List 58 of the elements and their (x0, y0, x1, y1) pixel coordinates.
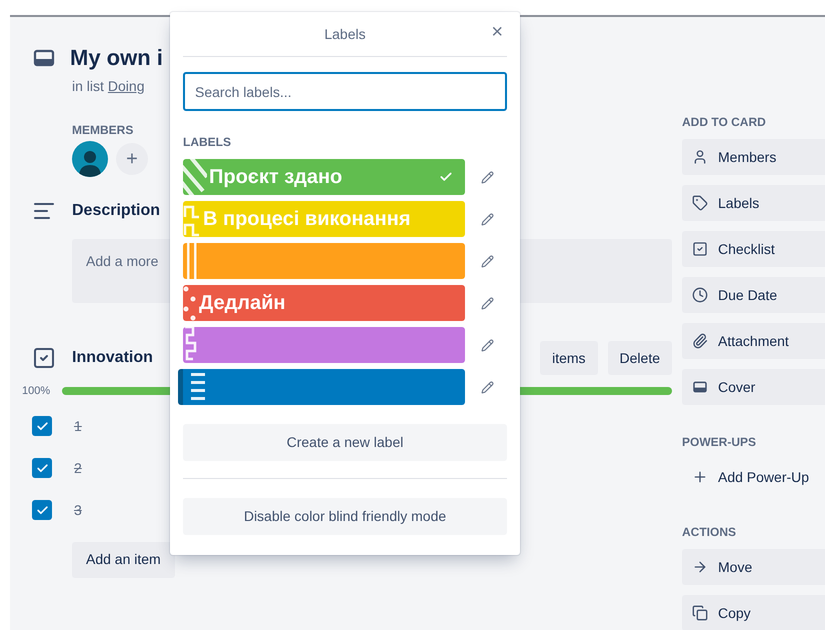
tag-icon (692, 195, 708, 211)
pencil-icon (480, 212, 494, 226)
list-prefix: in list (72, 77, 104, 96)
hide-items-button[interactable]: items (540, 341, 598, 375)
description-heading: Description (72, 201, 160, 221)
pattern-icon (183, 285, 197, 321)
progress-percent: 100% (22, 384, 52, 399)
members-heading: MEMBERS (72, 122, 134, 139)
checkbox[interactable] (32, 500, 52, 520)
sidebar-button[interactable]: Labels (682, 185, 825, 221)
checklist-item: 1 (74, 416, 82, 436)
checklist-icon (692, 241, 708, 257)
close-button[interactable]: × (491, 22, 503, 42)
arrow-icon (692, 559, 708, 575)
sidebar-button[interactable]: Copy (682, 595, 825, 630)
checklist-title: Innovation (72, 348, 154, 368)
pencil-icon (480, 170, 494, 184)
delete-button[interactable]: Delete (608, 341, 672, 375)
card-icon (692, 379, 708, 395)
colorblind-button[interactable]: Disable color blind friendly mode (183, 498, 507, 535)
sidebar-button[interactable]: Add Power-Up (682, 459, 825, 495)
sidebar-button[interactable]: Move (682, 549, 825, 585)
pattern-icon (183, 327, 197, 363)
sidebar-heading: ACTIONS (682, 524, 737, 541)
check-icon (36, 462, 48, 474)
card-title: My own i (70, 44, 163, 72)
sidebar-button[interactable]: Due Date (682, 277, 825, 313)
pencil-icon (480, 338, 494, 352)
sidebar-button[interactable]: Checklist (682, 231, 825, 267)
checklist-item: 2 (74, 458, 82, 478)
checkbox[interactable] (32, 416, 52, 436)
checklist-item: 3 (74, 500, 82, 520)
copy-icon (692, 605, 708, 621)
paperclip-icon (692, 333, 708, 349)
pattern-icon (183, 159, 207, 195)
sidebar-heading: POWER-UPS (682, 434, 758, 451)
sidebar-heading: ADD TO CARD (682, 114, 767, 131)
checklist-icon (32, 346, 56, 370)
avatar[interactable] (72, 141, 108, 177)
labels-heading: LABELS (183, 134, 232, 151)
checkbox[interactable] (32, 458, 52, 478)
person-icon (692, 149, 708, 165)
pencil-icon (480, 296, 494, 310)
add-item-button[interactable]: Add an item (72, 542, 175, 578)
pencil-icon (480, 380, 494, 394)
pencil-icon (480, 254, 494, 268)
add-member-button[interactable]: + (116, 143, 148, 175)
list-link[interactable]: Doing (108, 76, 144, 97)
search-field[interactable]: Search labels... (183, 72, 507, 111)
sidebar-button[interactable]: Members (682, 139, 825, 175)
sidebar-button[interactable]: Cover (682, 369, 825, 405)
sidebar-button[interactable]: Attachment (682, 323, 825, 359)
clock-icon (692, 287, 708, 303)
create-label-button[interactable]: Create a new label (183, 424, 507, 461)
check-icon (36, 504, 48, 516)
check-icon (36, 420, 48, 432)
plus-icon (692, 469, 708, 485)
popover-title: Labels (324, 24, 366, 44)
